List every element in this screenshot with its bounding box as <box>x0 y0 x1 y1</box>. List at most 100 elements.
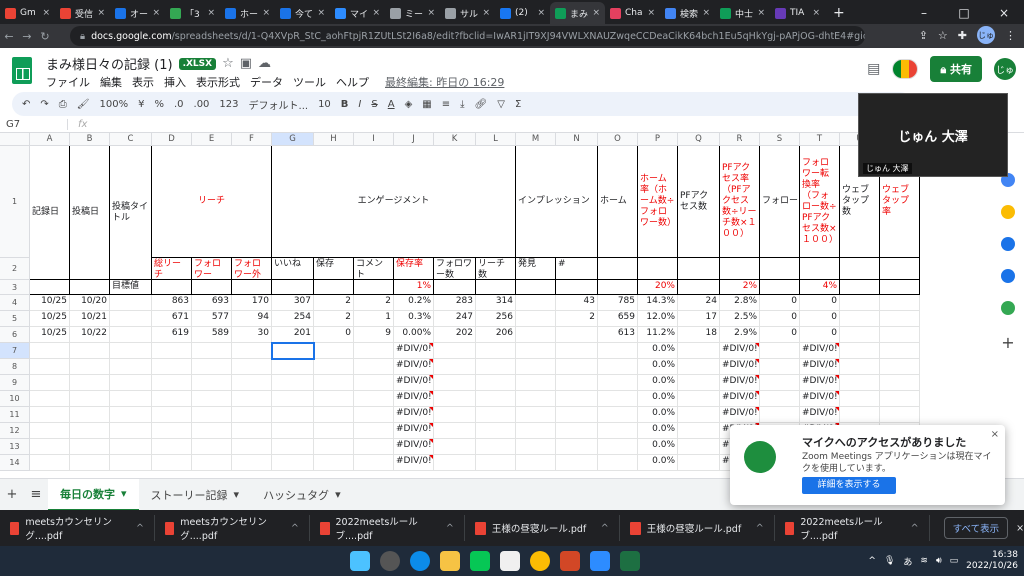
explorer-icon[interactable] <box>440 551 460 571</box>
target-label[interactable]: 目標値 <box>110 280 152 295</box>
grid-cell[interactable] <box>30 280 70 295</box>
empty-cell[interactable] <box>556 359 598 375</box>
empty-cell[interactable] <box>434 343 476 359</box>
header-pf-access[interactable]: PFアクセス数 <box>678 146 720 258</box>
increase-decimal-button[interactable]: .00 <box>194 99 210 110</box>
borders-icon[interactable]: ▦ <box>422 99 431 110</box>
div0-cell[interactable]: #DIV/0! <box>394 343 434 359</box>
share-icon[interactable]: ⇪ <box>919 29 928 42</box>
grid-cell[interactable] <box>556 280 598 295</box>
empty-cell[interactable] <box>434 359 476 375</box>
column-header[interactable]: T <box>800 133 840 146</box>
grid-cell[interactable] <box>760 258 800 280</box>
data-cell[interactable]: 10/22 <box>70 327 110 343</box>
empty-cell[interactable] <box>192 375 232 391</box>
div0-cell[interactable]: #DIV/0! <box>720 375 760 391</box>
empty-cell[interactable] <box>70 439 110 455</box>
grid-cell[interactable] <box>880 280 920 295</box>
dropdown-icon[interactable]: ▾ <box>234 488 240 501</box>
tab-close-icon[interactable]: × <box>97 8 105 18</box>
data-cell[interactable]: 0 <box>800 311 840 327</box>
empty-cell[interactable] <box>880 391 920 407</box>
empty-cell[interactable] <box>476 455 516 471</box>
empty-cell[interactable] <box>678 343 720 359</box>
empty-cell[interactable] <box>556 423 598 439</box>
battery-icon[interactable]: ▭ <box>950 556 959 566</box>
chevron-up-icon[interactable]: ^ <box>911 523 919 534</box>
empty-cell[interactable] <box>314 359 354 375</box>
toast-close-icon[interactable]: × <box>991 429 999 440</box>
column-header[interactable]: C <box>110 133 152 146</box>
grid-cell[interactable] <box>314 280 354 295</box>
div0-cell[interactable]: #DIV/0! <box>720 343 760 359</box>
data-cell[interactable]: 589 <box>192 327 232 343</box>
data-cell[interactable]: 10/25 <box>30 311 70 327</box>
empty-cell[interactable] <box>476 359 516 375</box>
data-cell[interactable]: 2 <box>314 311 354 327</box>
browser-tab[interactable]: ミー × <box>385 2 440 24</box>
line-icon[interactable] <box>470 551 490 571</box>
column-header[interactable]: Q <box>678 133 720 146</box>
grid-cell[interactable] <box>678 280 720 295</box>
column-header[interactable]: A <box>30 133 70 146</box>
menu-item[interactable]: 表示 <box>132 74 154 90</box>
empty-cell[interactable] <box>516 343 556 359</box>
empty-cell[interactable] <box>110 359 152 375</box>
add-sheet-icon[interactable]: + <box>0 487 24 502</box>
div0-cell[interactable]: #DIV/0! <box>394 439 434 455</box>
edge-icon[interactable] <box>410 551 430 571</box>
empty-cell[interactable] <box>840 407 880 423</box>
empty-cell[interactable] <box>840 391 880 407</box>
powerpoint-icon[interactable] <box>560 551 580 571</box>
grid-cell[interactable] <box>192 280 232 295</box>
grid-cell[interactable] <box>434 280 476 295</box>
menu-item[interactable]: 編集 <box>100 74 122 90</box>
data-cell[interactable] <box>516 295 556 311</box>
empty-cell[interactable] <box>760 391 800 407</box>
clock[interactable]: 16:38 2022/10/26 <box>966 550 1018 572</box>
subheader-cell[interactable]: 保存率 <box>394 258 434 280</box>
menu-icon[interactable]: ⋮ <box>1005 29 1016 42</box>
empty-cell[interactable] <box>110 455 152 471</box>
number-format-button[interactable]: 123 <box>219 99 238 110</box>
empty-cell[interactable] <box>556 375 598 391</box>
tab-close-icon[interactable]: × <box>702 8 710 18</box>
data-cell[interactable]: 14.3% <box>638 295 678 311</box>
download-item[interactable]: 王様の昼寝ルール.pdf ^ <box>465 515 620 541</box>
empty-cell[interactable] <box>678 359 720 375</box>
data-cell[interactable]: 170 <box>232 295 272 311</box>
empty-cell[interactable] <box>760 359 800 375</box>
tab-close-icon[interactable]: × <box>262 8 270 18</box>
profile-avatar[interactable]: じゅ <box>977 26 995 44</box>
search-icon[interactable] <box>380 551 400 571</box>
zero-pct-cell[interactable]: 0.0% <box>638 391 678 407</box>
empty-cell[interactable] <box>354 391 394 407</box>
column-header[interactable]: F <box>232 133 272 146</box>
data-cell[interactable]: 2.8% <box>720 295 760 311</box>
empty-cell[interactable] <box>556 407 598 423</box>
data-cell[interactable]: 2 <box>314 295 354 311</box>
empty-cell[interactable] <box>476 343 516 359</box>
empty-cell[interactable] <box>598 391 638 407</box>
data-cell[interactable]: 10/25 <box>30 327 70 343</box>
empty-cell[interactable] <box>152 455 192 471</box>
browser-tab[interactable]: ホー × <box>220 2 275 24</box>
data-cell[interactable]: 863 <box>152 295 192 311</box>
chevron-up-icon[interactable]: ^ <box>601 523 609 534</box>
div0-cell[interactable]: #DIV/0! <box>720 359 760 375</box>
download-item[interactable]: 王様の昼寝ルール.pdf ^ <box>620 515 775 541</box>
grid-cell[interactable] <box>272 280 314 295</box>
filter-icon[interactable]: ▽ <box>497 99 505 110</box>
maps-icon[interactable] <box>1001 301 1015 315</box>
row-header[interactable]: 10 <box>0 391 30 407</box>
empty-cell[interactable] <box>598 343 638 359</box>
browser-tab[interactable]: 今て × <box>275 2 330 24</box>
empty-cell[interactable] <box>152 391 192 407</box>
comments-icon[interactable]: ▤ <box>867 61 880 77</box>
currency-button[interactable]: ¥ <box>138 99 144 110</box>
chevron-up-icon[interactable]: ^ <box>756 523 764 534</box>
menu-item[interactable]: 挿入 <box>164 74 186 90</box>
data-cell[interactable]: 10/20 <box>70 295 110 311</box>
itunes-icon[interactable] <box>500 551 520 571</box>
row-header[interactable]: 7 <box>0 343 30 359</box>
